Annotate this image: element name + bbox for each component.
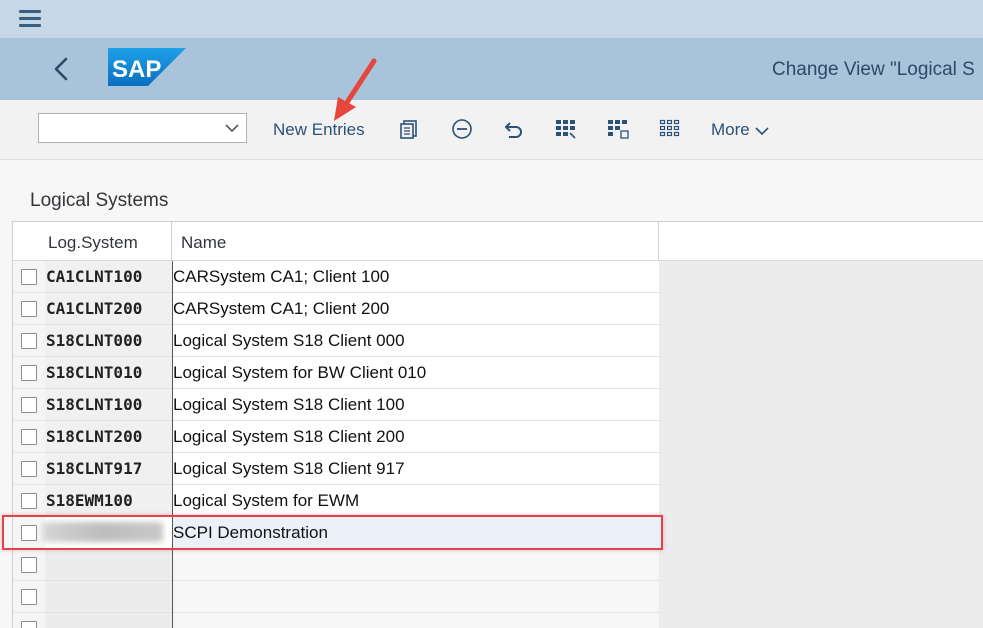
- row-selector: [13, 325, 45, 356]
- row-checkbox[interactable]: [21, 429, 37, 445]
- page-title: Change View "Logical S: [772, 59, 975, 80]
- select-block-icon[interactable]: [607, 118, 629, 140]
- log-system-cell[interactable]: [45, 581, 172, 612]
- name-cell[interactable]: Logical System for EWM: [173, 485, 659, 516]
- name-cell[interactable]: [173, 613, 659, 628]
- row-selector: [13, 453, 45, 484]
- empty-row[interactable]: [13, 581, 659, 613]
- variant-select[interactable]: [38, 113, 247, 143]
- log-system-cell[interactable]: S18CLNT100: [45, 389, 172, 420]
- table-row[interactable]: CA1CLNT200 CARSystem CA1; Client 200: [13, 293, 659, 325]
- row-checkbox[interactable]: [21, 461, 37, 477]
- log-system-cell[interactable]: S18CLNT010: [45, 357, 172, 388]
- more-label: More: [711, 120, 750, 139]
- name-cell[interactable]: [173, 581, 659, 612]
- table-row[interactable]: S18CLNT917 Logical System S18 Client 917: [13, 453, 659, 485]
- row-selector: [13, 357, 45, 388]
- row-selector: [13, 293, 45, 324]
- table-row[interactable]: S18CLNT010 Logical System for BW Client …: [13, 357, 659, 389]
- log-system-cell[interactable]: S18CLNT000: [45, 325, 172, 356]
- log-system-cell[interactable]: S18EWM100: [45, 485, 172, 516]
- row-selector: [13, 549, 45, 580]
- redacted-blur: [43, 522, 163, 542]
- row-checkbox[interactable]: [21, 493, 37, 509]
- hamburger-menu-icon[interactable]: [19, 10, 41, 28]
- row-checkbox[interactable]: [21, 269, 37, 285]
- log-system-cell[interactable]: [45, 549, 172, 580]
- row-checkbox[interactable]: [21, 301, 37, 317]
- new-entries-button[interactable]: New Entries: [273, 120, 365, 140]
- row-selector: [13, 517, 45, 548]
- row-selector: [13, 261, 45, 292]
- row-selector: [13, 389, 45, 420]
- name-cell[interactable]: CARSystem CA1; Client 100: [173, 261, 659, 292]
- svg-text:SAP: SAP: [112, 56, 161, 83]
- name-cell[interactable]: Logical System S18 Client 000: [173, 325, 659, 356]
- row-selector: [13, 421, 45, 452]
- log-system-cell[interactable]: S18CLNT200: [45, 421, 172, 452]
- table-row[interactable]: S18CLNT000 Logical System S18 Client 000: [13, 325, 659, 357]
- row-checkbox[interactable]: [21, 333, 37, 349]
- copy-icon[interactable]: [398, 118, 420, 140]
- chevron-down-icon: [755, 126, 769, 135]
- name-cell[interactable]: Logical System S18 Client 200: [173, 421, 659, 452]
- logical-systems-table: Log.System Name CA1CLNT100 CARSystem CA1…: [12, 221, 983, 628]
- table-row[interactable]: S18CLNT200 Logical System S18 Client 200: [13, 421, 659, 453]
- top-bar: [0, 0, 983, 38]
- table-row[interactable]: CA1CLNT100 CARSystem CA1; Client 100: [13, 261, 659, 293]
- row-checkbox[interactable]: [21, 557, 37, 573]
- name-cell[interactable]: [173, 549, 659, 580]
- log-system-cell[interactable]: CA1CLNT200: [45, 293, 172, 324]
- name-cell[interactable]: CARSystem CA1; Client 200: [173, 293, 659, 324]
- name-cell[interactable]: SCPI Demonstration: [173, 517, 659, 548]
- table-row[interactable]: S18EWM100 Logical System for EWM: [13, 485, 659, 517]
- name-cell[interactable]: Logical System for BW Client 010: [173, 357, 659, 388]
- row-selector: [13, 581, 45, 612]
- table-filler: [659, 222, 983, 628]
- empty-row[interactable]: [13, 613, 659, 628]
- column-divider: [172, 261, 173, 628]
- section-title: Logical Systems: [30, 190, 169, 211]
- toolbar: New Entries More: [0, 100, 983, 160]
- name-cell[interactable]: Logical System S18 Client 917: [173, 453, 659, 484]
- undo-icon[interactable]: [503, 118, 525, 140]
- row-checkbox[interactable]: [21, 589, 37, 605]
- log-system-cell[interactable]: CA1CLNT100: [45, 261, 172, 292]
- table-row-new-entry[interactable]: SCPI Demonstration: [13, 517, 659, 549]
- name-cell[interactable]: Logical System S18 Client 100: [173, 389, 659, 420]
- table-row[interactable]: S18CLNT100 Logical System S18 Client 100: [13, 389, 659, 421]
- row-checkbox[interactable]: [21, 621, 37, 628]
- deselect-all-icon[interactable]: [659, 118, 681, 140]
- shell-bar: SAP Change View "Logical S: [0, 38, 983, 100]
- delete-icon[interactable]: [451, 118, 473, 140]
- row-selector: [13, 485, 45, 516]
- chevron-down-icon[interactable]: [224, 122, 240, 134]
- row-checkbox[interactable]: [21, 365, 37, 381]
- column-header-name[interactable]: Name: [172, 222, 659, 261]
- empty-row[interactable]: [13, 549, 659, 581]
- back-arrow-icon[interactable]: [50, 56, 74, 82]
- select-all-icon[interactable]: [555, 118, 577, 140]
- row-selector: [13, 613, 45, 628]
- row-checkbox[interactable]: [21, 397, 37, 413]
- sap-logo: SAP: [108, 48, 186, 86]
- table-header-filler: [659, 222, 983, 261]
- row-checkbox[interactable]: [21, 525, 37, 541]
- log-system-cell[interactable]: [45, 613, 172, 628]
- log-system-cell[interactable]: S18CLNT917: [45, 453, 172, 484]
- column-header-log-system[interactable]: Log.System: [13, 222, 172, 261]
- more-button[interactable]: More: [711, 120, 770, 140]
